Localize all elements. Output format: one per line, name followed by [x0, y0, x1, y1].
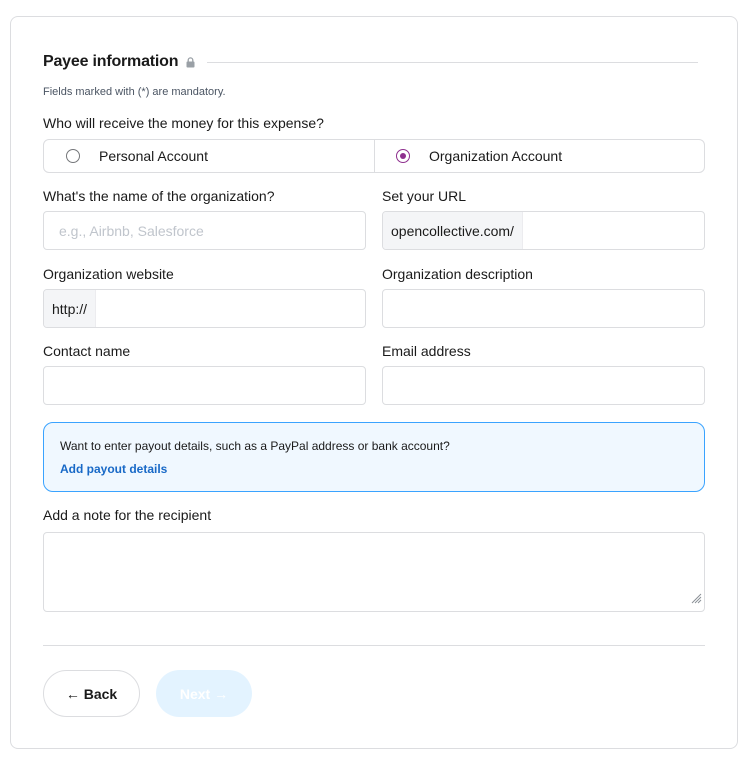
- payout-info-text: Want to enter payout details, such as a …: [60, 439, 450, 453]
- next-button[interactable]: Next →: [156, 670, 252, 717]
- contact-name-label: Contact name: [43, 343, 131, 359]
- website-input[interactable]: [96, 290, 365, 327]
- resize-handle-icon[interactable]: [691, 591, 702, 609]
- payee-question: Who will receive the money for this expe…: [43, 115, 324, 131]
- email-field: [382, 366, 705, 405]
- expense-form-card: Payee information Fields marked with (*)…: [10, 16, 738, 749]
- section-header: Payee information: [43, 51, 698, 73]
- description-input[interactable]: [383, 290, 704, 327]
- website-prefix: http://: [44, 290, 97, 327]
- recipient-note-textarea[interactable]: [43, 532, 705, 612]
- section-divider: [207, 61, 698, 63]
- lock-icon: [186, 56, 195, 68]
- back-button[interactable]: ← Back: [43, 670, 140, 717]
- description-field: [382, 289, 705, 328]
- radio-organization-account[interactable]: Organization Account: [374, 140, 704, 172]
- contact-name-input[interactable]: [44, 367, 365, 404]
- url-prefix: opencollective.com/: [383, 212, 523, 249]
- radio-personal-account[interactable]: Personal Account: [44, 140, 374, 172]
- contact-name-field: [43, 366, 366, 405]
- radio-label: Organization Account: [429, 148, 563, 164]
- recipient-note-label: Add a note for the recipient: [43, 507, 212, 523]
- payout-info-box: Want to enter payout details, such as a …: [43, 422, 705, 492]
- mandatory-note: Fields marked with (*) are mandatory.: [43, 86, 226, 98]
- url-label: Set your URL: [382, 188, 467, 204]
- org-name-field: [43, 211, 366, 250]
- email-label: Email address: [382, 343, 471, 359]
- website-label: Organization website: [43, 266, 174, 282]
- description-label: Organization description: [382, 266, 533, 282]
- org-name-label: What's the name of the organization?: [43, 188, 275, 204]
- radio-unchecked-icon[interactable]: [66, 149, 80, 163]
- add-payout-details-link[interactable]: Add payout details: [60, 462, 167, 476]
- radio-checked-icon[interactable]: [396, 149, 410, 163]
- url-input[interactable]: [522, 212, 704, 249]
- footer-divider: [43, 645, 705, 646]
- url-field: opencollective.com/: [382, 211, 705, 250]
- org-name-input[interactable]: [44, 212, 365, 249]
- payee-type-radio-group: Personal Account Organization Account: [43, 139, 705, 173]
- section-title: Payee information: [43, 53, 179, 70]
- website-field: http://: [43, 289, 366, 328]
- radio-label: Personal Account: [99, 148, 208, 164]
- email-input[interactable]: [383, 367, 704, 404]
